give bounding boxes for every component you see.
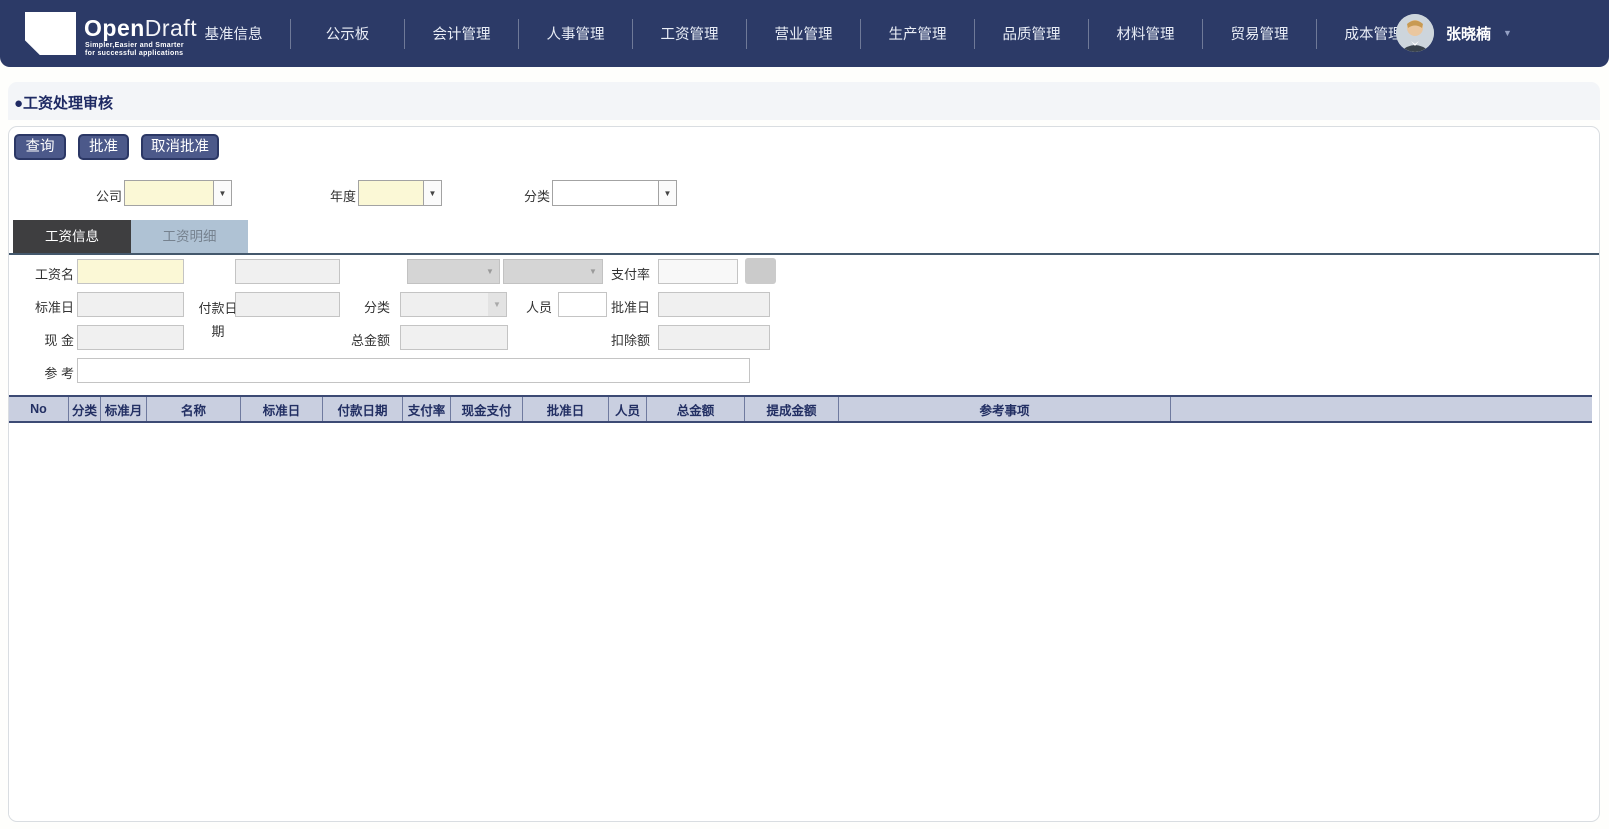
chevron-down-icon: ▼ xyxy=(428,188,437,198)
nav-item-quality[interactable]: 品质管理 xyxy=(975,23,1088,44)
company-combobox: ▼ xyxy=(124,180,232,206)
disabled-select-1: ▼ xyxy=(407,259,500,284)
tab-salary-detail[interactable]: 工资明细 xyxy=(131,220,248,253)
category-form-select[interactable]: ▼ xyxy=(400,292,507,317)
company-input[interactable] xyxy=(124,180,213,206)
pay-rate-label: 支付率 xyxy=(610,267,650,282)
nav-item-production[interactable]: 生产管理 xyxy=(861,23,974,44)
category-dropdown-button[interactable]: ▼ xyxy=(658,180,677,206)
year-dropdown-button[interactable]: ▼ xyxy=(423,180,442,206)
salary-name-secondary-input xyxy=(235,259,340,284)
category-filter-label: 分类 xyxy=(523,189,550,204)
table-header-standard-date[interactable]: 标准日 xyxy=(241,397,323,421)
user-avatar[interactable] xyxy=(1396,14,1434,52)
table-header-pay-rate[interactable]: 支付率 xyxy=(403,397,451,421)
company-label: 公司 xyxy=(95,189,122,204)
pay-rate-gray-box xyxy=(745,258,776,284)
year-input[interactable] xyxy=(358,180,423,206)
pay-rate-input[interactable] xyxy=(658,259,738,284)
chevron-down-icon: ▼ xyxy=(488,293,506,316)
page-title: ●工资处理审核 xyxy=(14,95,114,112)
table-header-commission-amount[interactable]: 提成金额 xyxy=(745,397,839,421)
chevron-down-icon: ▼ xyxy=(663,188,672,198)
table-header-standard-month[interactable]: 标准月 xyxy=(101,397,147,421)
deduction-input xyxy=(658,325,770,350)
avatar-photo-icon xyxy=(1396,14,1434,52)
year-label: 年度 xyxy=(329,189,356,204)
table-header-cash-payment[interactable]: 现金支付 xyxy=(451,397,523,421)
personnel-label: 人员 xyxy=(525,300,552,315)
table-header-personnel[interactable]: 人员 xyxy=(609,397,647,421)
table-header-name[interactable]: 名称 xyxy=(147,397,241,421)
category-input[interactable] xyxy=(552,180,658,206)
top-navbar: OpenDraft Simpler,Easier and Smarter for… xyxy=(0,0,1609,67)
approval-date-label: 批准日 xyxy=(610,300,650,315)
reference-input[interactable] xyxy=(77,358,750,383)
opendraft-logo-icon[interactable] xyxy=(25,12,76,55)
chevron-down-icon[interactable]: ▼ xyxy=(1503,28,1512,38)
cash-input xyxy=(77,325,184,350)
category-form-label: 分类 xyxy=(363,300,390,315)
deduction-label: 扣除额 xyxy=(610,333,650,348)
year-combobox: ▼ xyxy=(358,180,442,206)
user-menu[interactable]: 张晓楠 ▼ xyxy=(1396,13,1512,53)
cancel-approve-button[interactable]: 取消批准 xyxy=(141,134,219,160)
nav-item-sales[interactable]: 营业管理 xyxy=(747,23,860,44)
table-header-empty xyxy=(1171,397,1592,421)
nav-item-base-info[interactable]: 基准信息 xyxy=(177,23,290,44)
nav-item-accounting[interactable]: 会计管理 xyxy=(405,23,518,44)
table-header-approval-date[interactable]: 批准日 xyxy=(523,397,609,421)
user-name[interactable]: 张晓楠 xyxy=(1446,23,1491,44)
payment-date-input xyxy=(235,292,340,317)
brand-tagline: Simpler,Easier and Smarter for successfu… xyxy=(85,42,184,57)
disabled-select-2: ▼ xyxy=(503,259,603,284)
brand-bold: Open xyxy=(84,15,145,41)
salary-name-label: 工资名 xyxy=(34,267,74,282)
chevron-down-icon: ▼ xyxy=(589,267,597,276)
table-header-reference[interactable]: 参考事项 xyxy=(839,397,1171,421)
chevron-down-icon: ▼ xyxy=(218,188,227,198)
chevron-down-icon: ▼ xyxy=(486,267,494,276)
app-window: OpenDraft Simpler,Easier and Smarter for… xyxy=(0,0,1609,829)
nav-item-materials[interactable]: 材料管理 xyxy=(1089,23,1202,44)
standard-date-input xyxy=(77,292,184,317)
nav-item-bulletin-board[interactable]: 公示板 xyxy=(291,23,404,44)
total-amount-label: 总金额 xyxy=(350,333,390,348)
results-table-header: No 分类 标准月 名称 标准日 付款日期 支付率 现金支付 批准日 人员 总金… xyxy=(9,395,1592,423)
company-dropdown-button[interactable]: ▼ xyxy=(213,180,232,206)
approval-date-input xyxy=(658,292,770,317)
cash-label: 现 金 xyxy=(44,333,74,348)
payment-date-label: 付款日期 xyxy=(198,301,238,339)
tab-salary-info[interactable]: 工资信息 xyxy=(13,220,131,253)
personnel-input[interactable] xyxy=(558,292,607,317)
table-header-category[interactable]: 分类 xyxy=(69,397,101,421)
standard-date-label: 标准日 xyxy=(34,300,74,315)
total-amount-input xyxy=(400,325,508,350)
main-menu: 基准信息 公示板 会计管理 人事管理 工资管理 营业管理 生产管理 品质管理 材… xyxy=(177,0,1430,67)
table-header-payment-date[interactable]: 付款日期 xyxy=(323,397,403,421)
tab-underline xyxy=(9,253,1599,255)
approve-button[interactable]: 批准 xyxy=(78,134,129,160)
table-header-no[interactable]: No xyxy=(9,397,69,421)
table-header-total-amount[interactable]: 总金额 xyxy=(647,397,745,421)
query-button[interactable]: 查询 xyxy=(14,134,66,160)
reference-label: 参 考 xyxy=(44,366,74,381)
nav-item-payroll[interactable]: 工资管理 xyxy=(633,23,746,44)
salary-name-input[interactable] xyxy=(77,259,184,284)
results-table-body xyxy=(9,425,1592,815)
category-combobox: ▼ xyxy=(552,180,677,206)
page-title-band xyxy=(8,82,1600,120)
nav-item-trade[interactable]: 贸易管理 xyxy=(1203,23,1316,44)
nav-item-hr[interactable]: 人事管理 xyxy=(519,23,632,44)
